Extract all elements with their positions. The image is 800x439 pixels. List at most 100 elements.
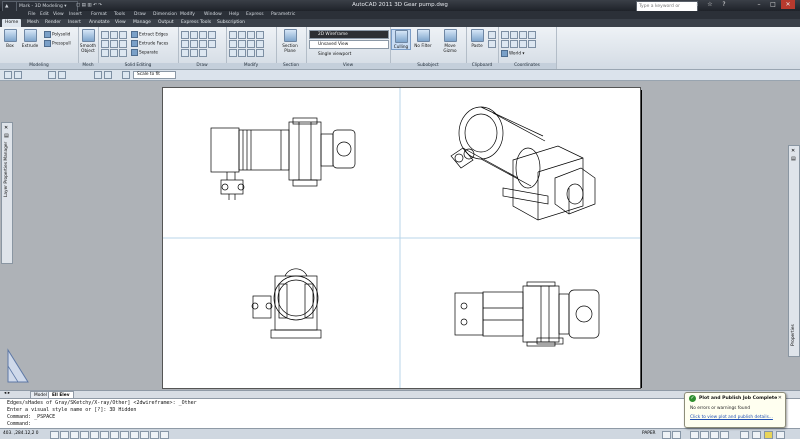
layout-nav-icon[interactable]: ◂ ▸ <box>4 391 10 396</box>
chamfer-edge-icon[interactable] <box>110 40 118 48</box>
rotate-icon[interactable] <box>238 31 246 39</box>
mirror-icon[interactable] <box>256 31 264 39</box>
culling-button[interactable]: Culling <box>391 29 411 50</box>
viewport-scale-select[interactable]: Scale to fit <box>133 71 176 79</box>
palette-close-icon[interactable]: ✕ <box>4 125 8 131</box>
tab-render[interactable]: Render <box>45 20 61 25</box>
menu-help[interactable]: Help <box>229 12 239 17</box>
copy-icon[interactable] <box>229 40 237 48</box>
section-plane-button[interactable]: Section Plane <box>281 29 299 53</box>
interfere-icon[interactable] <box>101 49 109 57</box>
visual-style-select[interactable]: 2D Wireframe <box>309 30 389 39</box>
line-icon[interactable] <box>181 31 189 39</box>
menu-express[interactable]: Express <box>246 12 264 17</box>
circle-icon[interactable] <box>208 31 216 39</box>
polygonal-viewport-icon[interactable] <box>48 71 56 79</box>
boundary-icon[interactable] <box>199 49 207 57</box>
menu-file[interactable]: File <box>28 12 36 17</box>
ellipse-icon[interactable] <box>208 40 216 48</box>
paste-button[interactable]: Paste <box>468 29 486 48</box>
properties-close-icon[interactable]: ✕ <box>791 148 795 154</box>
menu-insert[interactable]: Insert <box>69 12 82 17</box>
box-button[interactable]: Box <box>1 29 19 48</box>
trim-icon[interactable] <box>229 49 237 57</box>
ucs-3point-icon[interactable] <box>528 40 536 48</box>
subtract-icon[interactable] <box>110 31 118 39</box>
align-icon[interactable] <box>247 31 255 39</box>
command-window[interactable]: Edges/sHades of Gray/SKetchy/X-ray/Other… <box>0 398 800 429</box>
imprint-icon[interactable] <box>110 49 118 57</box>
extract-edges-button[interactable]: Extract Edges <box>131 31 168 38</box>
single-viewport-icon[interactable] <box>14 71 22 79</box>
layer-properties-palette[interactable]: ✕ ▤ Layer Properties Manager <box>1 122 13 264</box>
region-icon[interactable] <box>190 49 198 57</box>
menu-parametric[interactable]: Parametric <box>271 12 295 17</box>
union-icon[interactable] <box>101 31 109 39</box>
menu-window[interactable]: Window <box>204 12 222 17</box>
tab-view[interactable]: View <box>115 20 126 25</box>
polygon-icon[interactable] <box>190 40 198 48</box>
ucs-world-select[interactable]: World ▾ <box>501 50 524 57</box>
presspull-button[interactable]: Presspull <box>44 40 71 47</box>
fillet-edge-icon[interactable] <box>101 40 109 48</box>
erase-icon[interactable] <box>256 49 264 57</box>
intersect-icon[interactable] <box>119 31 127 39</box>
tab-home[interactable]: Home <box>2 19 22 27</box>
saved-view-select[interactable]: Unsaved View <box>309 40 389 49</box>
convert-viewport-icon[interactable] <box>58 71 66 79</box>
separate-button[interactable]: Separate <box>131 49 158 56</box>
cut-icon[interactable] <box>488 31 496 39</box>
menu-format[interactable]: Format <box>91 12 107 17</box>
info-icon[interactable]: ☆ <box>703 0 717 9</box>
extrude-faces-button[interactable]: Extrude Faces <box>131 40 168 47</box>
paper-space-toggle[interactable]: PAPER <box>642 431 656 436</box>
freeze-viewport-icon[interactable] <box>122 71 130 79</box>
polysolid-button[interactable]: Polysolid <box>44 31 70 38</box>
scale-icon[interactable] <box>247 40 255 48</box>
arc-icon[interactable] <box>199 31 207 39</box>
close-button[interactable]: ✕ <box>781 0 795 9</box>
notification-close-icon[interactable]: ✕ <box>778 395 782 401</box>
hatch-icon[interactable] <box>181 49 189 57</box>
palette-pin-icon[interactable]: ▤ <box>4 133 9 139</box>
menu-dimension[interactable]: Dimension <box>153 12 177 17</box>
polyline-icon[interactable] <box>190 31 198 39</box>
command-input[interactable]: Command: <box>7 421 31 427</box>
array-icon[interactable] <box>238 40 246 48</box>
menu-view[interactable]: View <box>53 12 64 17</box>
ucs-world-icon[interactable] <box>510 31 518 39</box>
offset-edge-icon[interactable] <box>119 49 127 57</box>
menu-tools[interactable]: Tools <box>114 12 125 17</box>
properties-pin-icon[interactable]: ▤ <box>791 156 796 162</box>
viewport-dialog-icon[interactable] <box>4 71 12 79</box>
slice-icon[interactable] <box>119 40 127 48</box>
no-filter-button[interactable]: No Filter <box>414 29 432 48</box>
move-gizmo-button[interactable]: Move Gizmo <box>438 29 462 53</box>
smooth-object-button[interactable]: Smooth Object <box>79 29 97 53</box>
notification-link[interactable]: Click to view plot and publish details..… <box>690 415 773 420</box>
menu-draw[interactable]: Draw <box>134 12 146 17</box>
ucs-x-icon[interactable] <box>501 40 509 48</box>
ucs-z-icon[interactable] <box>519 40 527 48</box>
spline-icon[interactable] <box>199 40 207 48</box>
menu-modify[interactable]: Modify <box>180 12 195 17</box>
ucs-origin-icon[interactable] <box>519 31 527 39</box>
layer-viewport-icon[interactable] <box>104 71 112 79</box>
viewport-select[interactable]: Single viewport <box>309 50 389 59</box>
tab-output[interactable]: Output <box>158 20 174 25</box>
plot-notification[interactable]: ✓ Plot and Publish Job Complete ✕ No err… <box>684 392 786 428</box>
properties-palette[interactable]: ✕ ▤ Properties <box>788 145 800 357</box>
copy-clip-icon[interactable] <box>488 40 496 48</box>
minimize-button[interactable]: – <box>752 0 766 9</box>
coordinates-readout[interactable]: 403. ,284.12,2 0 <box>3 431 39 436</box>
fillet-icon[interactable] <box>238 49 246 57</box>
extrude-button[interactable]: Extrude <box>21 29 39 48</box>
rectangle-icon[interactable] <box>181 40 189 48</box>
tab-mesh[interactable]: Mesh <box>27 20 39 25</box>
tab-manage[interactable]: Manage <box>133 20 151 25</box>
ucs-view-icon[interactable] <box>528 31 536 39</box>
tab-express-tools[interactable]: Express Tools <box>181 20 211 25</box>
move-icon[interactable] <box>229 31 237 39</box>
stretch-icon[interactable] <box>256 40 264 48</box>
menu-edit[interactable]: Edit <box>40 12 49 17</box>
